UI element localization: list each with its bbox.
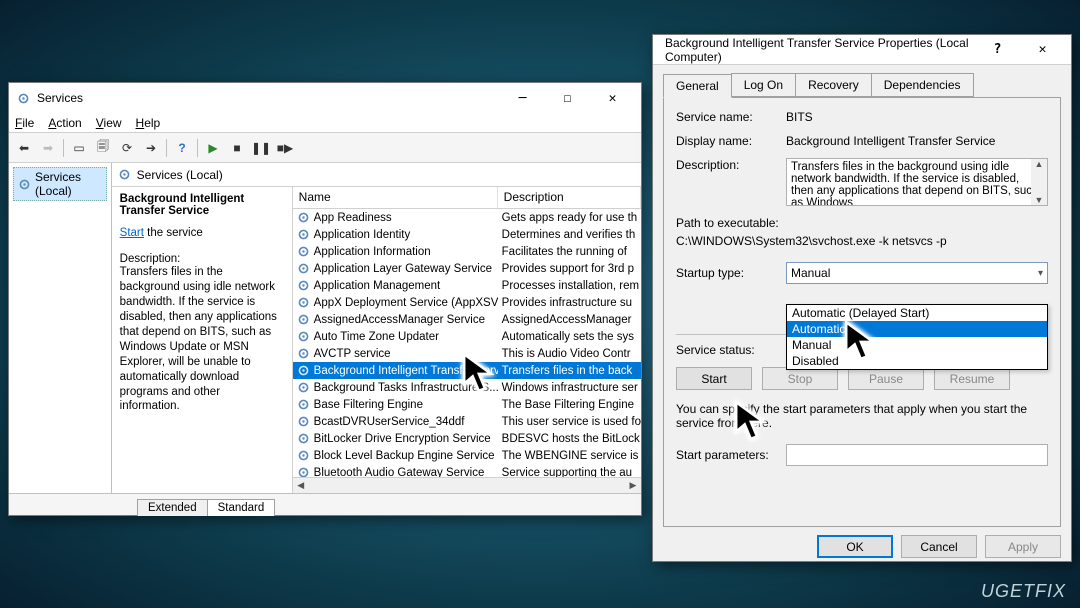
maximize-button[interactable]: ☐: [545, 84, 590, 112]
help-button[interactable]: ?: [975, 36, 1020, 64]
forward-icon[interactable]: ➡: [37, 137, 59, 159]
desc-text: Transfers files in the background using …: [120, 265, 282, 414]
description-box: Transfers files in the background using …: [786, 158, 1048, 206]
menubar: File Action View Help: [9, 113, 641, 133]
service-row[interactable]: AVCTP serviceThis is Audio Video Contr: [293, 345, 641, 362]
service-row[interactable]: Application InformationFacilitates the r…: [293, 243, 641, 260]
service-row[interactable]: Application Layer Gateway ServiceProvide…: [293, 260, 641, 277]
props-icon[interactable]: 🗐: [92, 137, 114, 159]
service-row[interactable]: AppX Deployment Service (AppXSVC)Provide…: [293, 294, 641, 311]
service-row[interactable]: Auto Time Zone UpdaterAutomatically sets…: [293, 328, 641, 345]
properties-dialog: Background Intelligent Transfer Service …: [652, 34, 1072, 562]
start-button[interactable]: Start: [676, 367, 752, 390]
desc-scrollbar[interactable]: ▲▼: [1031, 159, 1047, 205]
tab-standard[interactable]: Standard: [207, 499, 276, 516]
start-params-input[interactable]: [786, 444, 1048, 466]
services-icon: [15, 90, 31, 106]
label-service-name: Service name:: [676, 110, 786, 124]
horizontal-scrollbar[interactable]: ◀▶: [293, 477, 641, 493]
start-link[interactable]: Start: [120, 227, 144, 239]
dropdown-option[interactable]: Automatic: [787, 321, 1047, 337]
startup-type-dropdown[interactable]: Automatic (Delayed Start)AutomaticManual…: [786, 304, 1048, 370]
startup-type-select[interactable]: Manual ▾: [786, 262, 1048, 284]
service-row[interactable]: Background Intelligent Transfer ServiceT…: [293, 362, 641, 379]
pause-button: Pause: [848, 367, 924, 390]
service-row[interactable]: AssignedAccessManager ServiceAssignedAcc…: [293, 311, 641, 328]
value-service-name: BITS: [786, 110, 1048, 124]
props-tabs: General Log On Recovery Dependencies: [653, 65, 1071, 97]
dropdown-option[interactable]: Automatic (Delayed Start): [787, 305, 1047, 321]
restart-icon[interactable]: ■▶: [274, 137, 296, 159]
view-tabs: Extended Standard: [9, 493, 641, 515]
column-description[interactable]: Description: [498, 187, 641, 208]
tab-general[interactable]: General: [663, 74, 732, 98]
services-grid: Name Description App ReadinessGets apps …: [292, 187, 641, 493]
stop-button: Stop: [762, 367, 838, 390]
stop-icon[interactable]: ■: [226, 137, 248, 159]
label-description: Description:: [676, 158, 786, 172]
close-button[interactable]: ✕: [1020, 36, 1065, 64]
tree-root[interactable]: Services (Local): [13, 167, 107, 201]
service-row[interactable]: BcastDVRUserService_34ddfThis user servi…: [293, 413, 641, 430]
service-row[interactable]: BitLocker Drive Encryption ServiceBDESVC…: [293, 430, 641, 447]
service-row[interactable]: Background Tasks Infrastructure S...Wind…: [293, 379, 641, 396]
chevron-down-icon: ▾: [1038, 268, 1043, 279]
tree-pane: Services (Local): [9, 163, 112, 493]
label-startup-type: Startup type:: [676, 266, 786, 280]
back-icon[interactable]: ⬅: [13, 137, 35, 159]
label-path: Path to executable:: [676, 216, 1048, 230]
props-title: Background Intelligent Transfer Service …: [659, 36, 975, 64]
dropdown-option[interactable]: Disabled: [787, 353, 1047, 369]
watermark: UGETFIX: [981, 581, 1066, 602]
service-row[interactable]: Block Level Backup Engine ServiceThe WBE…: [293, 447, 641, 464]
services-title: Services: [37, 91, 500, 105]
general-panel: Service name: BITS Display name: Backgro…: [663, 97, 1061, 527]
services-titlebar[interactable]: Services ─ ☐ ✕: [9, 83, 641, 113]
tab-recovery[interactable]: Recovery: [795, 73, 872, 97]
services-window: Services ─ ☐ ✕ File Action View Help ⬅ ➡…: [8, 82, 642, 516]
apply-button: Apply: [985, 535, 1061, 558]
minimize-button[interactable]: ─: [500, 84, 545, 112]
detail-pane: Background Intelligent Transfer Service …: [112, 187, 292, 493]
label-service-status: Service status:: [676, 343, 786, 357]
column-name[interactable]: Name: [293, 187, 498, 208]
play-icon[interactable]: ▶: [202, 137, 224, 159]
help-icon[interactable]: ?: [171, 137, 193, 159]
value-path: C:\WINDOWS\System32\svchost.exe -k netsv…: [676, 234, 1048, 248]
show-hide-icon[interactable]: ▭: [68, 137, 90, 159]
pane-header: Services (Local): [112, 163, 641, 187]
tab-extended[interactable]: Extended: [137, 499, 208, 516]
menu-action[interactable]: Action: [48, 116, 81, 130]
service-row[interactable]: Base Filtering EngineThe Base Filtering …: [293, 396, 641, 413]
desc-label: Description:: [120, 253, 282, 265]
cancel-button[interactable]: Cancel: [901, 535, 977, 558]
close-button[interactable]: ✕: [590, 84, 635, 112]
ok-button[interactable]: OK: [817, 535, 893, 558]
resume-button: Resume: [934, 367, 1010, 390]
service-row[interactable]: App ReadinessGets apps ready for use th: [293, 209, 641, 226]
menu-help[interactable]: Help: [136, 116, 161, 130]
tab-logon[interactable]: Log On: [731, 73, 796, 97]
service-row[interactable]: Application ManagementProcesses installa…: [293, 277, 641, 294]
pause-icon[interactable]: ❚❚: [250, 137, 272, 159]
tab-dependencies[interactable]: Dependencies: [871, 73, 974, 97]
dropdown-option[interactable]: Manual: [787, 337, 1047, 353]
hint-text: You can specify the start parameters tha…: [676, 402, 1048, 430]
label-start-params: Start parameters:: [676, 448, 786, 462]
service-row[interactable]: Application IdentityDetermines and verif…: [293, 226, 641, 243]
menu-view[interactable]: View: [96, 116, 122, 130]
refresh-icon[interactable]: ⟳: [116, 137, 138, 159]
menu-file[interactable]: File: [15, 116, 34, 130]
label-display-name: Display name:: [676, 134, 786, 148]
selected-service-name: Background Intelligent Transfer Service: [120, 193, 282, 217]
export-icon[interactable]: ➔: [140, 137, 162, 159]
toolbar: ⬅ ➡ ▭ 🗐 ⟳ ➔ ? ▶ ■ ❚❚ ■▶: [9, 133, 641, 163]
value-display-name: Background Intelligent Transfer Service: [786, 134, 1048, 148]
